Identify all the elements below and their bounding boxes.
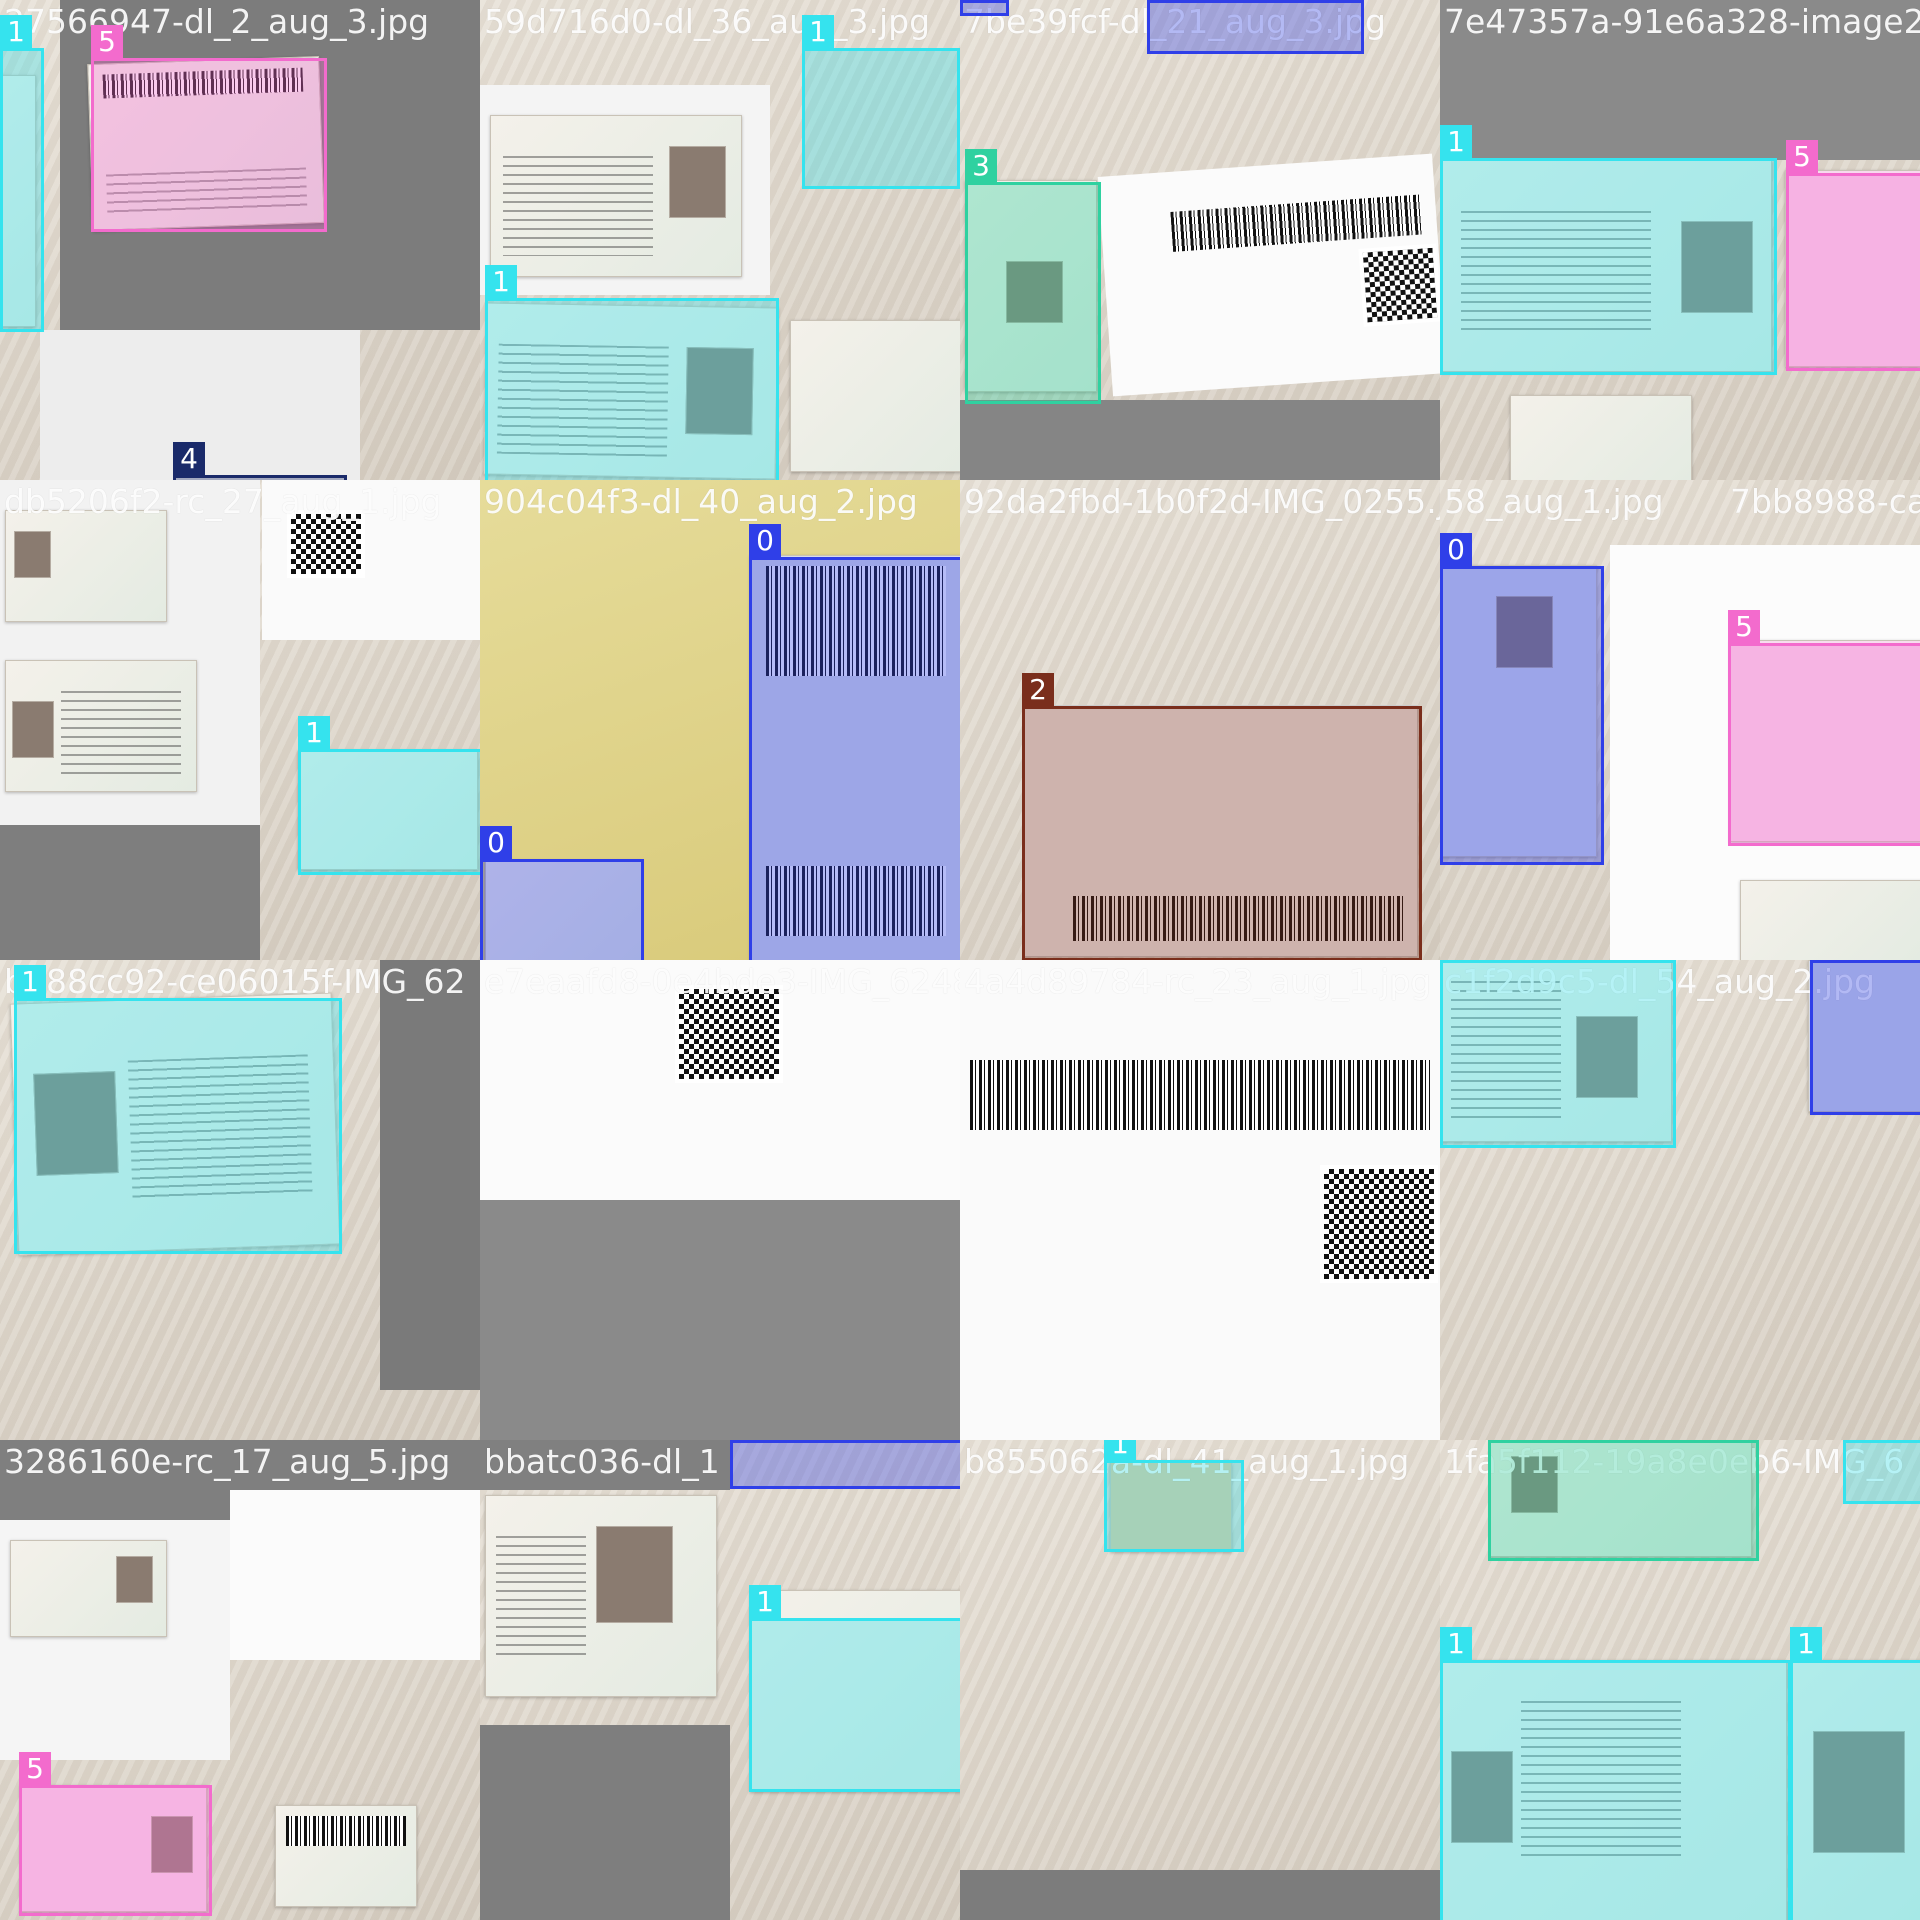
mosaic-tile: db5206f2-rc_27_aug_1.jpg 1 xyxy=(0,480,480,960)
detection-box: 1 xyxy=(14,965,342,1254)
detection-box: 3 xyxy=(965,149,1101,404)
tile-filename: 92da2fbd-1b0f2d-IMG_0255.jpg xyxy=(964,482,1440,521)
detection-box: 1 xyxy=(749,1585,960,1792)
tile-filename: 3286160e-rc_17_aug_5.jpg xyxy=(4,1442,451,1481)
mosaic-tile: 92da2fbd-1b0f2d-IMG_0255.jpg 2 xyxy=(960,480,1440,960)
class-label: 5 xyxy=(19,1752,51,1786)
detection-box: 0 xyxy=(960,0,1009,16)
tile-filename: 904c04f3-dl_40_aug_2.jpg xyxy=(484,482,918,521)
class-label: 1 xyxy=(1440,125,1472,159)
class-label: 5 xyxy=(91,25,123,59)
tile-filename: bbatc036-dl_1 xyxy=(484,1442,720,1481)
tile-filename-overlap: 7bb8988-cad111 xyxy=(1730,482,1920,521)
detection-box: 3 xyxy=(1488,1440,1759,1561)
mosaic-tile: 1fa5f112-19a8e0eb6-IMG_6 3 1 1 1 xyxy=(1440,1440,1920,1920)
class-label: 0 xyxy=(960,0,992,1)
class-label: 1 xyxy=(0,15,32,49)
class-label: 1 xyxy=(802,15,834,49)
mosaic-tile: c1f2d9c5-dl_54_aug_2.jpg 1 0 xyxy=(1440,960,1920,1440)
mosaic-tile: 4a4d89784-rc_23_aug_1.jpg xyxy=(960,960,1440,1440)
class-label: 1 xyxy=(1790,1627,1822,1661)
mosaic-tile: b188cc92-ce06015f-IMG_62 1 xyxy=(0,960,480,1440)
mosaic-tile: 7e47357a-91e6a328-image2 1 5 xyxy=(1440,0,1920,480)
class-label: 0 xyxy=(730,1440,762,1441)
class-label: 0 xyxy=(1147,0,1179,1)
class-label: 5 xyxy=(1786,140,1818,174)
detection-box: 5 xyxy=(19,1752,212,1916)
class-label: 1 xyxy=(1104,1440,1136,1461)
detection-box: 1 xyxy=(0,15,44,332)
class-label: 4 xyxy=(173,442,205,476)
mosaic-tile: 904c04f3-dl_40_aug_2.jpg 0 0 xyxy=(480,480,960,960)
tile-filename: 4a4d89784-rc_23_aug_1.jpg xyxy=(964,962,1432,1001)
mosaic-tile: e7eaafd8-0e4bde3-IMG_6248.jpg xyxy=(480,960,960,1440)
class-label: 5 xyxy=(1728,610,1760,644)
class-label: 0 xyxy=(749,524,781,558)
detection-box: 5 xyxy=(1728,610,1920,846)
mosaic-tile: b855062a-dl_41_aug_1.jpg 1 xyxy=(960,1440,1440,1920)
detection-box: 2 xyxy=(1022,673,1422,960)
detection-box: 1 xyxy=(1440,125,1777,375)
tile-filename: 58_aug_1.jpg xyxy=(1444,482,1664,521)
detection-box: 5 xyxy=(1786,140,1920,371)
mosaic-tile: bbatc036-dl_1 0 1 xyxy=(480,1440,960,1920)
class-label: 3 xyxy=(965,149,997,183)
class-label: 0 xyxy=(1440,533,1472,567)
class-label: 1 xyxy=(1440,1627,1472,1661)
tile-filename: e7eaafd8-0e4bde3-IMG_6248.jpg xyxy=(484,962,960,1001)
detection-box: 1 xyxy=(298,716,480,875)
detection-box: 1 xyxy=(802,15,960,189)
class-label: 1 xyxy=(298,716,330,750)
detection-box: 1 xyxy=(1790,1627,1920,1920)
mosaic-tile: 3286160e-rc_17_aug_5.jpg 5 xyxy=(0,1440,480,1920)
mosaic-tile: 7be39fcf-dl_21_aug_3.jpg 0 0 3 xyxy=(960,0,1440,480)
detection-box: 0 xyxy=(1810,960,1920,1115)
mosaic-tile: 27566947-dl_2_aug_3.jpg 1 5 4 xyxy=(0,0,480,480)
class-label: 1 xyxy=(14,965,46,999)
detection-box: 0 xyxy=(1147,0,1364,54)
detection-box: 1 xyxy=(1440,1627,1791,1920)
detection-box: 0 xyxy=(480,826,644,960)
training-batch-mosaic: 27566947-dl_2_aug_3.jpg 1 5 4 59d716d0-d… xyxy=(0,0,1920,1920)
detection-box: 1 xyxy=(1440,960,1676,1148)
detection-box: 5 xyxy=(91,25,327,232)
tile-filename: 59d716d0-dl_36_aug_3.jpg xyxy=(484,2,931,41)
detection-box: 1 xyxy=(1104,1440,1244,1552)
class-label: 0 xyxy=(1810,960,1842,961)
tile-filename: db5206f2-rc_27_aug_1.jpg xyxy=(4,482,442,521)
detection-box: 0 xyxy=(730,1440,960,1489)
detection-box: 1 xyxy=(485,265,779,480)
class-label: 2 xyxy=(1022,673,1054,707)
class-label: 1 xyxy=(749,1585,781,1619)
mosaic-tile: 59d716d0-dl_36_aug_3.jpg 1 1 xyxy=(480,0,960,480)
detection-box: 0 xyxy=(749,524,960,960)
class-label: 1 xyxy=(485,265,517,299)
class-label: 3 xyxy=(1488,1440,1520,1441)
tile-filename: 27566947-dl_2_aug_3.jpg xyxy=(4,2,430,41)
tile-filename: b188cc92-ce06015f-IMG_62 xyxy=(4,962,466,1001)
class-label: 1 xyxy=(1440,960,1472,961)
detection-box: 1 xyxy=(1843,1440,1920,1504)
tile-filename: 7e47357a-91e6a328-image2 xyxy=(1444,2,1920,41)
class-label: 0 xyxy=(480,826,512,860)
mosaic-tile: 58_aug_1.jpg 7bb8988-cad111 0 5 xyxy=(1440,480,1920,960)
class-label: 1 xyxy=(1843,1440,1875,1441)
detection-box: 4 xyxy=(173,442,347,480)
detection-box: 0 xyxy=(1440,533,1604,865)
